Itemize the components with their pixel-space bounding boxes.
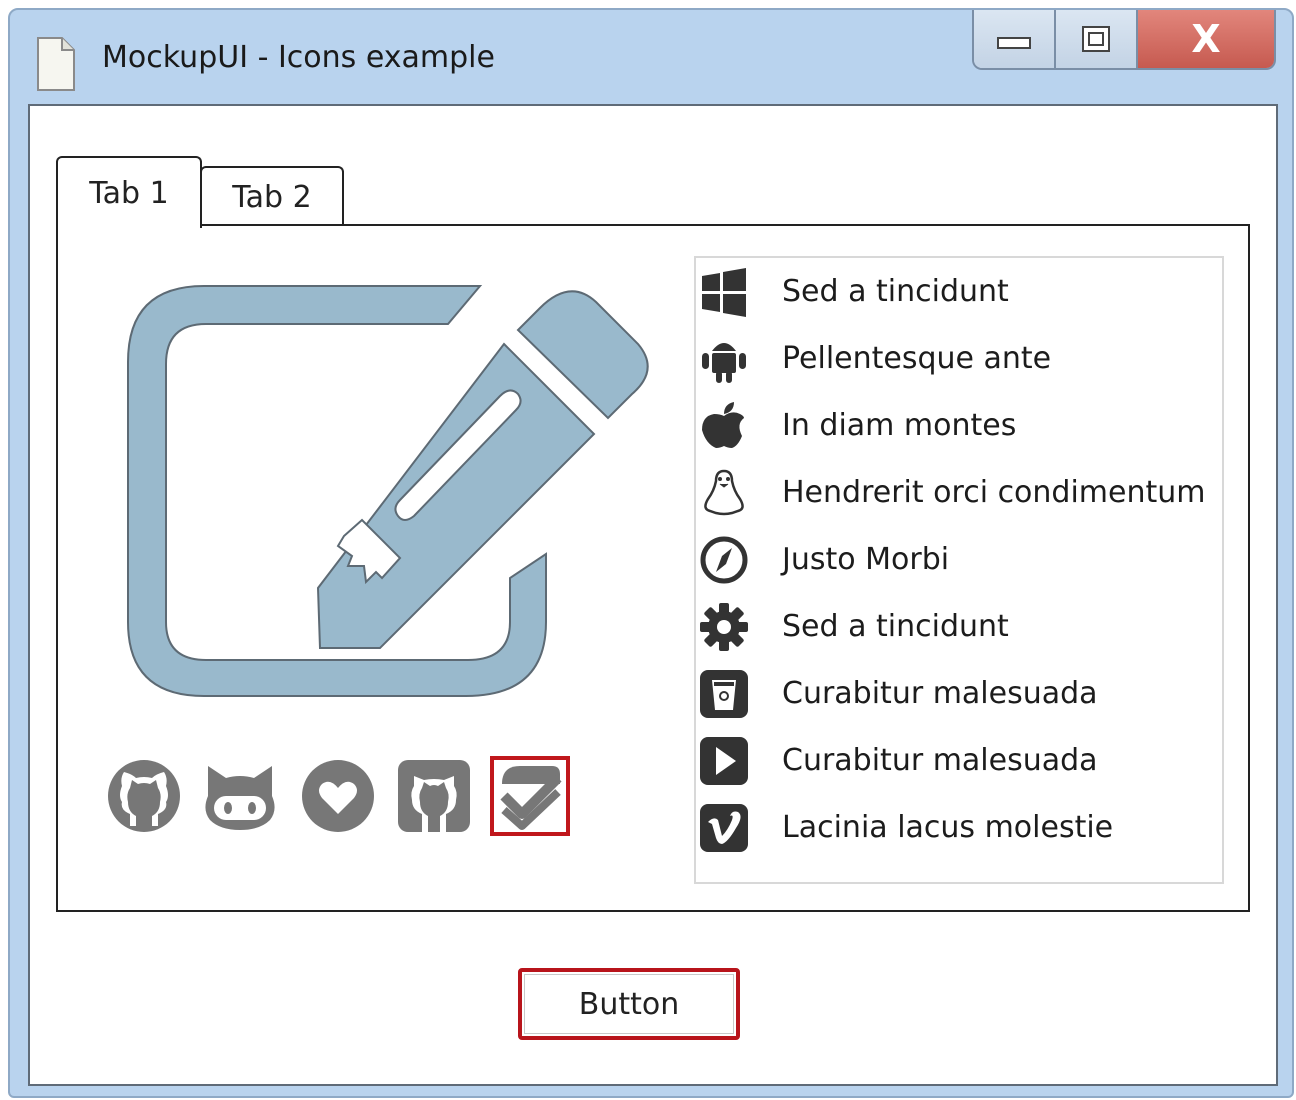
- github-circle-icon[interactable]: [104, 756, 184, 836]
- list-item-label: Hendrerit orci condimentum: [782, 475, 1206, 510]
- list-item-label: Curabitur malesuada: [782, 676, 1098, 711]
- github-octocat-icon[interactable]: [200, 756, 280, 836]
- maximize-button[interactable]: [1056, 10, 1138, 68]
- heart-circle-icon[interactable]: [298, 756, 378, 836]
- tab-panel: Sed a tincidunt Pellentesque ante In dia…: [56, 224, 1250, 912]
- list-item-label: Lacinia lacus molestie: [782, 810, 1114, 845]
- apple-icon: [702, 402, 744, 448]
- list-item-label: Curabitur malesuada: [782, 743, 1098, 778]
- list-item[interactable]: In diam montes: [696, 392, 1222, 459]
- tab-2[interactable]: Tab 2: [200, 166, 344, 226]
- client-area: Tab 1 Tab 2 Sed a tincidunt Pellentesque…: [28, 104, 1278, 1086]
- icon-list[interactable]: Sed a tincidunt Pellentesque ante In dia…: [694, 256, 1224, 884]
- list-item[interactable]: Hendrerit orci condimentum: [696, 459, 1222, 526]
- close-icon: X: [1191, 17, 1221, 61]
- github-square-icon[interactable]: [394, 756, 474, 836]
- windows-icon: [702, 268, 746, 317]
- vimeo-icon: [700, 804, 748, 852]
- list-item-label: Pellentesque ante: [782, 341, 1052, 376]
- minimize-icon: [997, 37, 1031, 49]
- document-icon: [37, 37, 75, 91]
- edit-icon: [127, 285, 649, 697]
- play-icon: [700, 737, 748, 785]
- main-button[interactable]: Button: [518, 968, 740, 1040]
- list-item-label: Sed a tincidunt: [782, 274, 1009, 309]
- list-item[interactable]: Sed a tincidunt: [696, 593, 1222, 660]
- compass-icon: [700, 536, 748, 584]
- android-icon: [702, 343, 746, 383]
- checkmark-badge-icon: [500, 766, 562, 830]
- window-controls: X: [972, 10, 1276, 70]
- window-title: MockupUI - Icons example: [102, 40, 495, 75]
- maximize-icon: [1082, 26, 1110, 52]
- app-window: MockupUI - Icons example X Tab 1 Tab 2 S…: [8, 8, 1294, 1098]
- list-item[interactable]: Lacinia lacus molestie: [696, 794, 1222, 861]
- close-button[interactable]: X: [1138, 10, 1274, 68]
- list-item-label: Justo Morbi: [782, 542, 950, 577]
- tab-1[interactable]: Tab 1: [56, 156, 202, 228]
- list-item-label: Sed a tincidunt: [782, 609, 1009, 644]
- list-item[interactable]: Sed a tincidunt: [696, 258, 1222, 325]
- recycle-bin-icon: [700, 670, 748, 718]
- list-item[interactable]: Curabitur malesuada: [696, 660, 1222, 727]
- minimize-button[interactable]: [974, 10, 1056, 68]
- selected-icon-frame[interactable]: [490, 756, 570, 836]
- list-item[interactable]: Justo Morbi: [696, 526, 1222, 593]
- list-item[interactable]: Curabitur malesuada: [696, 727, 1222, 794]
- linux-icon: [704, 469, 744, 516]
- list-item-label: In diam montes: [782, 408, 1017, 443]
- gear-icon: [700, 603, 748, 651]
- title-bar[interactable]: MockupUI - Icons example X: [10, 10, 1292, 106]
- list-item[interactable]: Pellentesque ante: [696, 325, 1222, 392]
